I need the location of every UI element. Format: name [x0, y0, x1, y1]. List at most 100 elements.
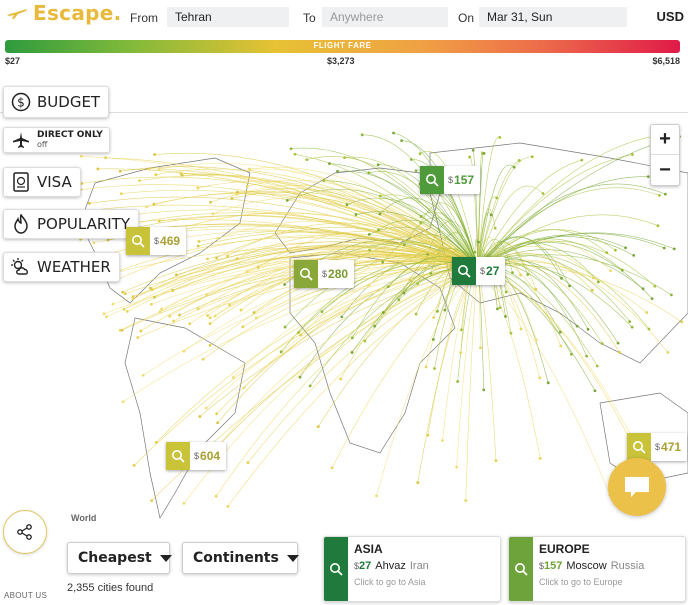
from-field[interactable]: Tehran	[167, 7, 289, 27]
about-us-link[interactable]: ABOUT US	[4, 591, 47, 600]
destination-dot[interactable]	[215, 412, 219, 416]
destination-dot[interactable]	[241, 325, 245, 329]
destination-dot[interactable]	[468, 155, 472, 159]
destination-dot[interactable]	[560, 276, 563, 280]
destination-dot[interactable]	[656, 224, 660, 228]
direct-only-toggle[interactable]: DIRECT ONLY off	[3, 127, 110, 153]
destination-dot[interactable]	[409, 158, 413, 161]
destination-dot[interactable]	[402, 291, 406, 295]
price-marker[interactable]: $471	[627, 433, 688, 461]
destination-dot[interactable]	[197, 240, 201, 243]
destination-dot[interactable]	[630, 325, 634, 329]
destination-dot[interactable]	[432, 316, 436, 319]
destination-dot[interactable]	[196, 186, 200, 190]
destination-dot[interactable]	[558, 330, 562, 334]
destination-dot[interactable]	[154, 173, 158, 177]
destination-dot[interactable]	[443, 308, 447, 312]
destination-dot[interactable]	[79, 154, 83, 158]
destination-dot[interactable]	[596, 280, 600, 284]
destination-dot[interactable]	[123, 292, 127, 296]
destination-dot[interactable]	[182, 349, 186, 353]
destination-dot[interactable]	[375, 494, 378, 498]
destination-dot[interactable]	[350, 336, 354, 340]
destination-dot[interactable]	[586, 327, 590, 331]
destination-dot[interactable]	[546, 381, 550, 385]
destination-dot[interactable]	[645, 311, 649, 314]
weather-filter-button[interactable]: WEATHER	[3, 252, 120, 282]
destination-dot[interactable]	[632, 253, 636, 257]
destination-dot[interactable]	[414, 312, 418, 316]
destination-dot[interactable]	[149, 286, 152, 290]
destination-dot[interactable]	[377, 228, 380, 232]
sort-dropdown[interactable]: Cheapest	[67, 542, 172, 574]
destination-dot[interactable]	[279, 350, 283, 354]
destination-dot[interactable]	[209, 200, 212, 204]
destination-dot[interactable]	[666, 350, 670, 354]
destination-dot[interactable]	[590, 288, 594, 292]
destination-dot[interactable]	[609, 269, 613, 273]
destination-dot[interactable]	[419, 215, 423, 218]
destination-dot[interactable]	[216, 421, 220, 425]
destination-dot[interactable]	[669, 293, 673, 297]
destination-dot[interactable]	[208, 322, 212, 325]
destination-dot[interactable]	[455, 465, 458, 469]
destination-dot[interactable]	[605, 251, 609, 255]
destination-dot[interactable]	[345, 203, 349, 207]
destination-dot[interactable]	[235, 190, 239, 194]
destination-dot[interactable]	[125, 310, 129, 313]
destination-dot[interactable]	[104, 315, 108, 319]
destination-dot[interactable]	[252, 311, 256, 314]
destination-dot[interactable]	[354, 213, 358, 216]
destination-dot[interactable]	[397, 298, 401, 302]
destination-dot[interactable]	[482, 388, 486, 392]
destination-dot[interactable]	[493, 226, 497, 230]
destination-dot[interactable]	[459, 351, 463, 355]
destination-dot[interactable]	[297, 330, 301, 334]
destination-dot[interactable]	[145, 205, 149, 209]
destination-dot[interactable]	[367, 233, 371, 236]
destination-dot[interactable]	[87, 201, 91, 205]
destination-dot[interactable]	[242, 386, 246, 390]
popularity-filter-button[interactable]: POPULARITY	[3, 209, 140, 239]
destination-dot[interactable]	[624, 246, 627, 250]
destination-dot[interactable]	[111, 302, 115, 306]
price-marker[interactable]: $604	[166, 442, 227, 470]
destination-dot[interactable]	[363, 339, 367, 343]
logo[interactable]: Escape.	[6, 0, 122, 26]
destination-dot[interactable]	[92, 241, 96, 245]
destination-dot[interactable]	[208, 343, 212, 347]
destination-dot[interactable]	[409, 279, 413, 283]
destination-dot[interactable]	[568, 284, 571, 288]
destination-dot[interactable]	[591, 276, 595, 280]
destination-dot[interactable]	[477, 240, 480, 244]
destination-dot[interactable]	[459, 328, 463, 332]
destination-dot[interactable]	[139, 329, 143, 333]
destination-dot[interactable]	[569, 352, 573, 356]
chat-button[interactable]	[608, 458, 666, 516]
destination-dot[interactable]	[138, 179, 141, 183]
destination-dot[interactable]	[216, 237, 220, 240]
destination-dot[interactable]	[367, 171, 371, 175]
destination-dot[interactable]	[152, 202, 156, 206]
destination-dot[interactable]	[343, 156, 346, 160]
destination-dot[interactable]	[119, 192, 123, 196]
destination-dot[interactable]	[464, 499, 468, 502]
destination-dot[interactable]	[650, 297, 654, 301]
destination-dot[interactable]	[153, 295, 156, 299]
date-field[interactable]: Mar 31, Sun	[479, 7, 627, 27]
destination-dot[interactable]	[131, 297, 135, 301]
destination-dot[interactable]	[473, 250, 477, 254]
destination-dot[interactable]	[132, 463, 136, 467]
destination-dot[interactable]	[424, 365, 428, 369]
price-marker[interactable]: $280	[294, 260, 355, 288]
destination-dot[interactable]	[559, 344, 563, 348]
destination-dot[interactable]	[593, 389, 597, 393]
destination-dot[interactable]	[585, 354, 589, 358]
destination-dot[interactable]	[154, 441, 158, 444]
destination-dot[interactable]	[198, 415, 202, 418]
destination-dot[interactable]	[534, 287, 538, 291]
destination-dot[interactable]	[160, 307, 163, 311]
destination-dot[interactable]	[172, 319, 175, 323]
destination-dot[interactable]	[213, 314, 217, 318]
destination-dot[interactable]	[208, 316, 212, 320]
